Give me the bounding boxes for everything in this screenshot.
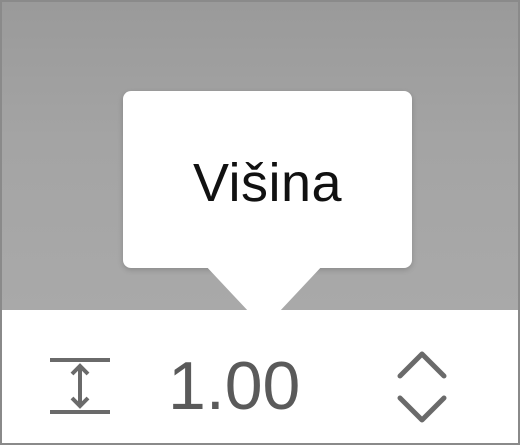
tooltip-label: Višina (192, 153, 343, 213)
window-frame: Višina 1.00 (0, 0, 520, 445)
chevron-down-icon[interactable] (394, 390, 450, 428)
value-stepper (394, 346, 450, 428)
chevron-up-icon[interactable] (394, 346, 450, 384)
height-icon (48, 357, 112, 415)
height-value-input[interactable]: 1.00 (168, 350, 300, 422)
tooltip: Višina (123, 91, 412, 268)
height-control: 1.00 (2, 310, 518, 443)
